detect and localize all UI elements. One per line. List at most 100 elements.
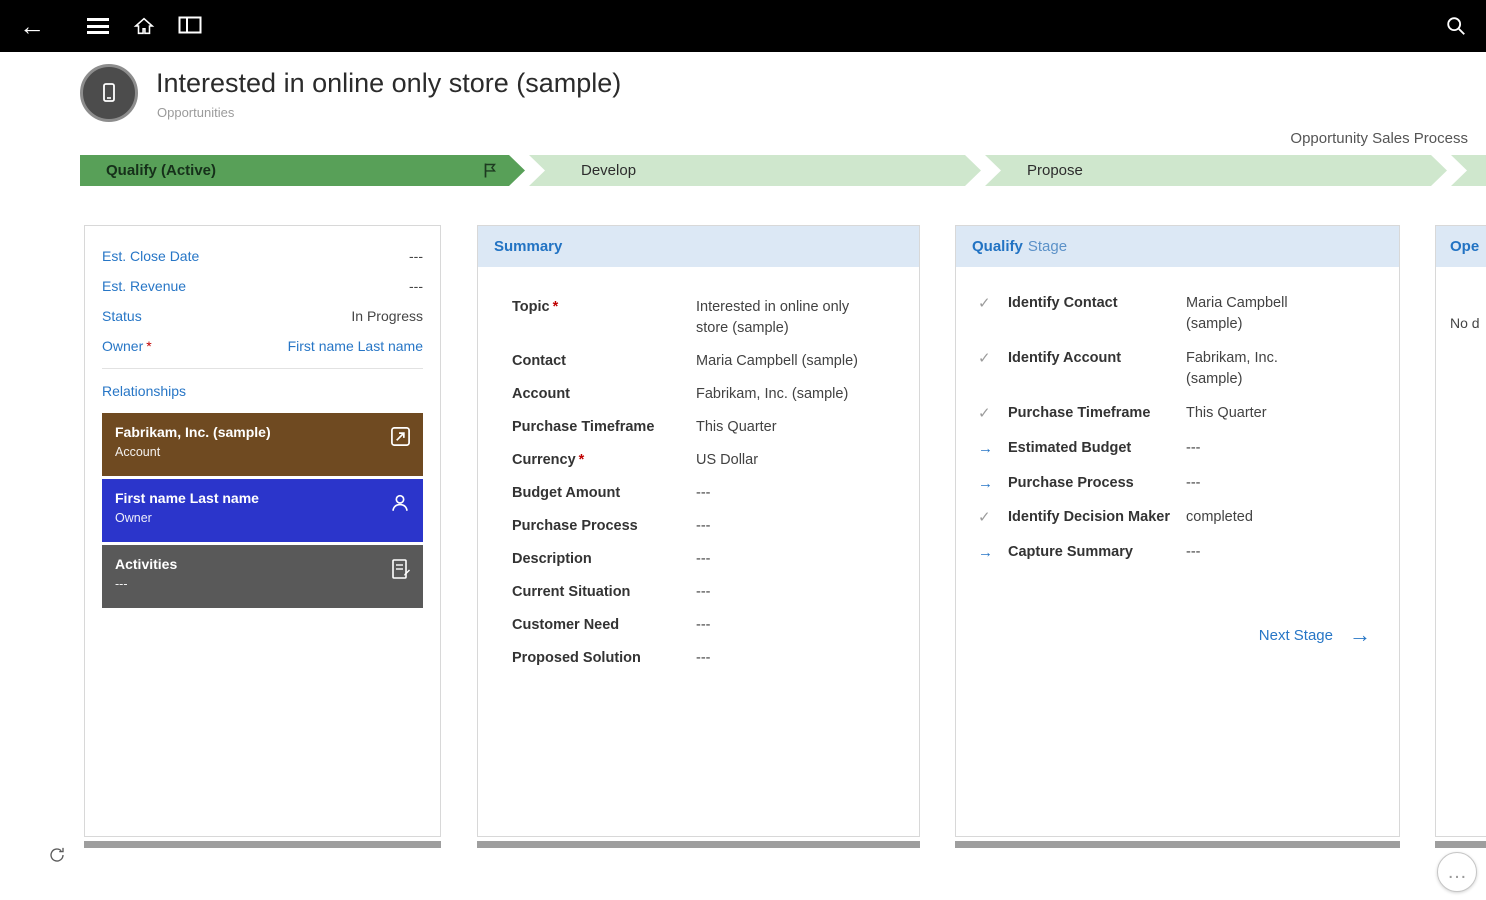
row-value[interactable]: --- — [696, 483, 711, 504]
summary-row-description: Description --- — [512, 549, 901, 570]
required-marker: * — [146, 338, 151, 354]
required-marker: * — [579, 452, 585, 468]
row-label: Topic* — [512, 297, 696, 339]
check-icon: ✓ — [978, 348, 1008, 390]
step-label: Estimated Budget — [1008, 438, 1186, 460]
search-icon[interactable] — [1436, 6, 1476, 46]
step-value[interactable]: --- — [1186, 542, 1201, 564]
summary-card-body: Topic* Interested in online only store (… — [478, 267, 919, 669]
opportunity-page: ← Interested in online only store (sampl… — [0, 0, 1486, 900]
open-card-body: No d — [1436, 267, 1486, 331]
step-value-link[interactable]: Fabrikam, Inc. (sample) — [1186, 348, 1336, 390]
step-label: Identify Contact — [1008, 293, 1186, 335]
field-label: Est. Close Date — [102, 248, 199, 264]
summary-row-budget-amount: Budget Amount --- — [512, 483, 901, 504]
activities-icon — [391, 558, 411, 585]
summary-card-title: Summary — [494, 238, 562, 255]
step-value-link[interactable]: Maria Campbell (sample) — [1186, 293, 1336, 335]
step-value[interactable]: --- — [1186, 438, 1201, 460]
row-value[interactable]: Interested in online only store (sample) — [696, 297, 871, 339]
check-icon: ✓ — [978, 507, 1008, 529]
field-est-revenue: Est. Revenue --- — [102, 278, 423, 294]
row-value[interactable]: --- — [696, 549, 711, 570]
row-label: Proposed Solution — [512, 648, 696, 669]
arrow-right-icon: → — [978, 473, 1008, 495]
row-label: Budget Amount — [512, 483, 696, 504]
back-icon[interactable]: ← — [12, 6, 52, 46]
refresh-icon[interactable] — [48, 846, 66, 869]
opportunity-icon — [97, 80, 121, 106]
hamburger-bars — [87, 15, 109, 38]
field-value[interactable]: In Progress — [351, 308, 423, 324]
contact-link[interactable]: Maria Campbell (sample) — [696, 351, 858, 372]
stage-propose[interactable]: Propose — [985, 155, 1447, 186]
tile-subtitle: Account — [115, 445, 383, 459]
stage-qualify[interactable]: Qualify (Active) — [80, 155, 525, 186]
flag-icon — [483, 162, 497, 183]
row-label: Purchase Timeframe — [512, 417, 696, 438]
field-value[interactable]: --- — [409, 278, 423, 294]
row-value[interactable]: --- — [696, 615, 711, 636]
account-link[interactable]: Fabrikam, Inc. (sample) — [696, 384, 848, 405]
step-label: Identify Decision Maker — [1008, 507, 1186, 529]
stage-next-clipped[interactable] — [1451, 155, 1486, 186]
next-stage-button[interactable]: Next Stage → — [1259, 624, 1371, 646]
summary-card: Summary Topic* Interested in online only… — [477, 225, 920, 837]
popout-icon — [390, 426, 411, 452]
hamburger-icon[interactable] — [78, 6, 118, 46]
activities-tile[interactable]: Activities --- — [102, 545, 423, 608]
step-label: Capture Summary — [1008, 542, 1186, 564]
step-label: Purchase Process — [1008, 473, 1186, 495]
more-icon[interactable]: … — [1437, 852, 1477, 892]
open-card-header: Ope — [1436, 226, 1486, 267]
required-marker: * — [553, 299, 559, 315]
arrow-right-icon: → — [978, 542, 1008, 564]
summary-row-proposed-solution: Proposed Solution --- — [512, 648, 901, 669]
qualify-card-title: Qualify — [972, 238, 1023, 255]
owner-tile[interactable]: First name Last name Owner — [102, 479, 423, 542]
row-value[interactable]: US Dollar — [696, 450, 758, 471]
stage-propose-label: Propose — [1027, 162, 1083, 179]
row-label: Current Situation — [512, 582, 696, 603]
step-purchase-timeframe: ✓ Purchase Timeframe This Quarter — [978, 403, 1383, 425]
check-icon: ✓ — [978, 403, 1008, 425]
person-icon — [389, 492, 411, 519]
summary-row-contact: Contact Maria Campbell (sample) — [512, 351, 901, 372]
record-side-card: Est. Close Date --- Est. Revenue --- Sta… — [84, 225, 441, 837]
relationships-heading: Relationships — [102, 383, 423, 399]
step-value[interactable]: This Quarter — [1186, 403, 1267, 425]
card-scrollbar[interactable] — [955, 841, 1400, 848]
account-tile[interactable]: Fabrikam, Inc. (sample) Account — [102, 413, 423, 476]
tile-title: Fabrikam, Inc. (sample) — [115, 424, 383, 440]
summary-row-currency: Currency* US Dollar — [512, 450, 901, 471]
step-identify-account: ✓ Identify Account Fabrikam, Inc. (sampl… — [978, 348, 1383, 390]
step-value[interactable]: completed — [1186, 507, 1253, 529]
card-scrollbar[interactable] — [477, 841, 920, 848]
row-value[interactable]: --- — [696, 516, 711, 537]
row-value[interactable]: This Quarter — [696, 417, 777, 438]
stage-qualify-label: Qualify (Active) — [106, 162, 216, 179]
stage-develop[interactable]: Develop — [529, 155, 981, 186]
step-value[interactable]: --- — [1186, 473, 1201, 495]
row-label: Purchase Process — [512, 516, 696, 537]
row-label: Customer Need — [512, 615, 696, 636]
summary-row-current-situation: Current Situation --- — [512, 582, 901, 603]
tile-subtitle: --- — [115, 577, 383, 591]
home-icon[interactable] — [124, 6, 164, 46]
card-scrollbar[interactable] — [84, 841, 441, 848]
field-value[interactable]: --- — [409, 248, 423, 264]
summary-row-topic: Topic* Interested in online only store (… — [512, 297, 901, 339]
qualify-card-body: ✓ Identify Contact Maria Campbell (sampl… — [956, 267, 1399, 564]
row-label: Description — [512, 549, 696, 570]
arrow-right-icon: → — [1349, 624, 1371, 646]
row-value[interactable]: --- — [696, 648, 711, 669]
field-status: Status In Progress — [102, 308, 423, 324]
process-name-label: Opportunity Sales Process — [1290, 130, 1468, 147]
card-scrollbar[interactable] — [1435, 841, 1486, 848]
owner-link[interactable]: First name Last name — [288, 338, 423, 354]
layout-icon[interactable] — [170, 6, 210, 46]
entity-subtitle: Opportunities — [157, 105, 234, 120]
row-value[interactable]: --- — [696, 582, 711, 603]
step-identify-contact: ✓ Identify Contact Maria Campbell (sampl… — [978, 293, 1383, 335]
row-label: Contact — [512, 351, 696, 372]
